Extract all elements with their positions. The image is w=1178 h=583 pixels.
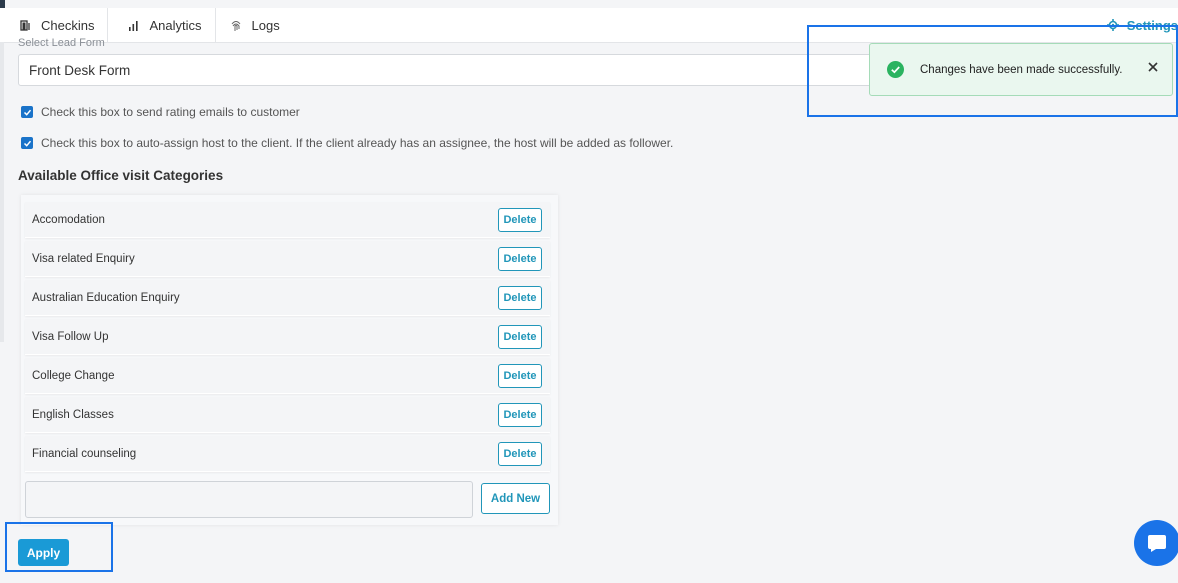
category-name: Visa related Enquiry	[32, 252, 135, 265]
category-name: Australian Education Enquiry	[32, 291, 180, 304]
delete-button[interactable]: Delete	[498, 441, 542, 466]
categories-title: Available Office visit Categories	[18, 168, 224, 183]
new-category-input[interactable]	[25, 481, 473, 518]
chat-bubble-icon	[1148, 535, 1166, 552]
list-item: English Classes Delete	[25, 397, 550, 433]
fingerprint-icon	[231, 20, 240, 31]
auto-assign-option: Check this box to auto-assign host to th…	[21, 136, 673, 150]
delete-button[interactable]: Delete	[498, 402, 542, 427]
bar-chart-icon	[129, 20, 139, 31]
toast-message: Changes have been made successfully.	[920, 63, 1123, 76]
delete-button[interactable]: Delete	[498, 207, 542, 232]
list-item: Visa related Enquiry Delete	[25, 241, 550, 277]
check-icon	[23, 140, 31, 147]
success-toast: Changes have been made successfully.	[869, 43, 1173, 96]
checkin-icon	[20, 19, 30, 31]
category-name: English Classes	[32, 408, 114, 421]
lead-form-label: Select Lead Form	[18, 37, 105, 49]
list-item: Financial counseling Delete	[25, 436, 550, 472]
rating-email-option: Check this box to send rating emails to …	[21, 105, 300, 119]
auto-assign-checkbox[interactable]	[21, 137, 33, 149]
rating-email-checkbox[interactable]	[21, 106, 33, 118]
category-name: Visa Follow Up	[32, 330, 109, 343]
rating-email-label: Check this box to send rating emails to …	[41, 105, 300, 119]
top-strip-edge	[0, 0, 5, 8]
left-scrollbar[interactable]	[0, 42, 4, 342]
close-icon[interactable]	[1148, 62, 1158, 72]
tab-logs[interactable]: Logs	[216, 8, 293, 42]
lead-form-value: Front Desk Form	[29, 62, 131, 78]
tab-checkins-label: Checkins	[41, 17, 95, 33]
add-new-button[interactable]: Add New	[481, 483, 550, 514]
check-icon	[23, 109, 31, 116]
delete-button[interactable]: Delete	[498, 324, 542, 349]
category-name: College Change	[32, 369, 115, 382]
delete-button[interactable]: Delete	[498, 246, 542, 271]
tab-analytics[interactable]: Analytics	[108, 8, 216, 42]
list-item: Australian Education Enquiry Delete	[25, 280, 550, 316]
page: Checkins Analytics Logs Settings Select …	[0, 0, 1178, 583]
auto-assign-label: Check this box to auto-assign host to th…	[41, 136, 674, 150]
category-name: Financial counseling	[32, 447, 137, 460]
tab-logs-label: Logs	[251, 17, 280, 33]
check-circle-icon	[887, 61, 904, 78]
apply-button[interactable]: Apply	[18, 539, 69, 566]
lead-form-select[interactable]: Front Desk Form	[18, 54, 898, 86]
categories-panel: Accomodation Delete Visa related Enquiry…	[21, 195, 558, 525]
tab-analytics-label: Analytics	[149, 17, 202, 33]
list-item: Accomodation Delete	[25, 202, 550, 238]
list-item: Visa Follow Up Delete	[25, 319, 550, 355]
category-name: Accomodation	[32, 213, 105, 226]
delete-button[interactable]: Delete	[498, 363, 542, 388]
top-strip	[0, 0, 1178, 8]
delete-button[interactable]: Delete	[498, 285, 542, 310]
chat-button[interactable]	[1134, 520, 1178, 566]
list-item: College Change Delete	[25, 358, 550, 394]
